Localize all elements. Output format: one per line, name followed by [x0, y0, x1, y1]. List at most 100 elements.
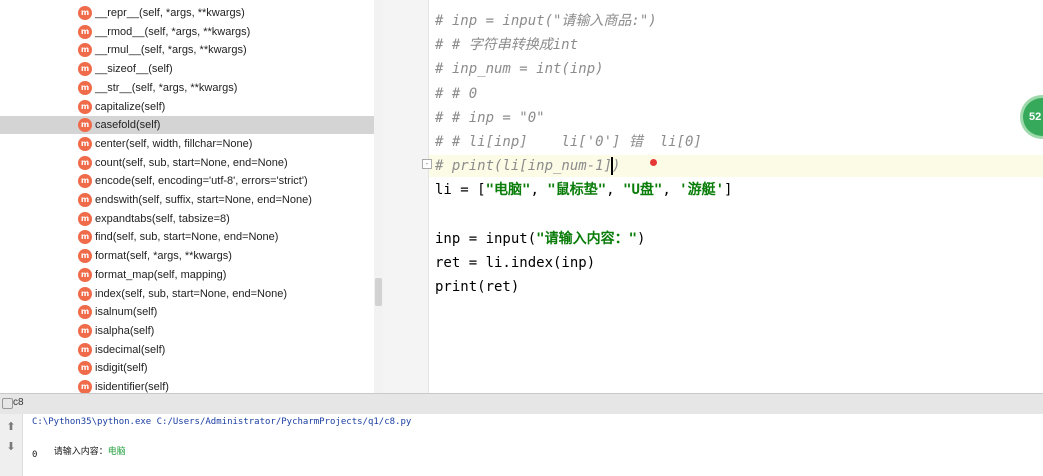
- run-toolbar: ⬆ ⬇: [0, 414, 23, 476]
- structure-item-label: isdigit(self): [95, 362, 148, 375]
- code-editor[interactable]: # inp = input("请输入商品:") # # 字符串转换成int # in…: [429, 0, 1043, 393]
- code-line: # inp_num = int(inp): [435, 61, 604, 78]
- string-literal: "请输入内容：": [536, 230, 638, 247]
- mouse-cursor-icon: [647, 157, 657, 171]
- structure-item-label: format_map(self, mapping): [95, 268, 227, 281]
- structure-item[interactable]: m casefold(self): [0, 116, 374, 135]
- structure-item-label: isdecimal(self): [95, 343, 166, 356]
- structure-item-label: isalpha(self): [95, 324, 155, 337]
- structure-item-label: __rmod__(self, *args, **kwargs): [95, 25, 251, 38]
- method-icon: m: [78, 342, 92, 357]
- code-line: print(ret): [435, 279, 520, 296]
- structure-item[interactable]: m __rmul__(self, *args, **kwargs): [0, 41, 374, 59]
- method-icon: m: [78, 230, 92, 245]
- console-prompt-line: 请输入内容：电脑: [32, 431, 126, 473]
- method-icon: m: [78, 6, 92, 20]
- string-literal: "电脑": [485, 182, 531, 199]
- method-icon: m: [78, 305, 92, 320]
- console-typed-value: 电脑: [107, 447, 126, 457]
- fold-icon[interactable]: -: [422, 159, 432, 169]
- code-line: ret = li.index(inp): [435, 255, 596, 271]
- run-tab-icon: [2, 398, 13, 409]
- console-output[interactable]: C:\Python35\python.exe C:/Users/Administ…: [23, 414, 1043, 476]
- method-icon: m: [78, 80, 92, 95]
- structure-item-label: casefold(self): [95, 119, 161, 132]
- method-icon: m: [78, 249, 92, 264]
- structure-item[interactable]: m __sizeof__(self): [0, 60, 374, 78]
- scrollbar-thumb[interactable]: [375, 278, 382, 306]
- scroll-up-icon[interactable]: ⬆: [4, 420, 18, 434]
- code-line: # # inp = "0": [435, 109, 545, 126]
- method-icon: m: [78, 286, 92, 301]
- structure-item[interactable]: m encode(self, encoding='utf-8', errors='…: [0, 172, 374, 190]
- structure-item[interactable]: m isdigit(self): [0, 359, 374, 377]
- structure-item[interactable]: m center(self, width, fillchar=None): [0, 135, 374, 153]
- structure-item-label: expandtabs(self, tabsize=8): [95, 212, 230, 225]
- structure-item-label: encode(self, encoding='utf-8', errors='s…: [95, 175, 308, 188]
- code-line: li = ["电脑", "鼠标垫", "U盘", '游艇']: [435, 182, 733, 199]
- structure-item-label: center(self, width, fillchar=None): [95, 137, 253, 150]
- code-line: inp = input("请输入内容："): [435, 230, 646, 247]
- method-icon: m: [78, 99, 92, 114]
- method-icon: m: [78, 323, 92, 338]
- structure-item-label: __rmul__(self, *args, **kwargs): [95, 44, 247, 57]
- structure-item-label: __repr__(self, *args, **kwargs): [95, 7, 245, 19]
- method-icon: m: [78, 118, 92, 133]
- structure-item[interactable]: m isalnum(self): [0, 303, 374, 321]
- structure-item[interactable]: m __repr__(self, *args, **kwargs): [0, 4, 374, 22]
- structure-item-label: __str__(self, *args, **kwargs): [95, 81, 238, 94]
- console-command-line: C:\Python35\python.exe C:/Users/Administ…: [32, 417, 412, 427]
- structure-item[interactable]: m expandtabs(self, tabsize=8): [0, 210, 374, 228]
- method-icon: m: [78, 267, 92, 282]
- code-line: # inp = input("请输入商品:"): [435, 13, 657, 29]
- text-caret: [611, 157, 613, 175]
- structure-item-label: capitalize(self): [95, 100, 166, 113]
- code-line: # # li[inp] li['0'] 错 li[0]: [435, 134, 702, 150]
- structure-item[interactable]: m endswith(self, suffix, start=None, end=…: [0, 191, 374, 209]
- structure-item-label: endswith(self, suffix, start=None, end=N…: [95, 194, 312, 206]
- structure-item[interactable]: m format(self, *args, **kwargs): [0, 247, 374, 265]
- method-icon: m: [78, 24, 92, 39]
- method-icon: m: [78, 62, 92, 77]
- cursor-dot: [650, 159, 657, 166]
- string-literal: '游艇': [679, 182, 725, 199]
- structure-item[interactable]: m isidentifier(self): [0, 378, 374, 393]
- structure-scrollbar[interactable]: [374, 0, 383, 393]
- structure-item[interactable]: m __str__(self, *args, **kwargs): [0, 79, 374, 97]
- structure-item-label: index(self, sub, start=None, end=None): [95, 287, 288, 300]
- method-icon: m: [78, 43, 92, 58]
- code-line: # # 0: [435, 85, 478, 102]
- structure-item[interactable]: m isdecimal(self): [0, 341, 374, 359]
- method-icon: m: [78, 155, 92, 170]
- method-icon: m: [78, 380, 92, 393]
- method-icon: m: [78, 361, 92, 376]
- structure-item-label: __sizeof__(self): [95, 63, 173, 76]
- string-literal: "U盘": [623, 182, 663, 199]
- run-panel-header: c8: [0, 393, 1043, 415]
- editor-gutter: [383, 0, 429, 393]
- structure-item[interactable]: m __rmod__(self, *args, **kwargs): [0, 23, 374, 41]
- structure-item-label: count(self, sub, start=None, end=None): [95, 156, 288, 169]
- code-line: # # 字符串转换成int: [435, 37, 579, 54]
- string-literal: "鼠标垫": [547, 182, 607, 199]
- structure-item-label: format(self, *args, **kwargs): [95, 250, 232, 263]
- structure-item-label: isalnum(self): [95, 306, 158, 319]
- method-icon: m: [78, 211, 92, 226]
- structure-item-label: find(self, sub, start=None, end=None): [95, 231, 279, 244]
- structure-item[interactable]: m capitalize(self): [0, 98, 374, 116]
- scroll-down-icon[interactable]: ⬇: [4, 440, 18, 454]
- structure-item[interactable]: m count(self, sub, start=None, end=None): [0, 154, 374, 172]
- structure-item[interactable]: m find(self, sub, start=None, end=None): [0, 228, 374, 246]
- code-line: # print(li[inp_num-1]): [435, 158, 621, 175]
- method-icon: m: [78, 174, 92, 189]
- structure-item[interactable]: m isalpha(self): [0, 322, 374, 340]
- structure-item[interactable]: m index(self, sub, start=None, end=None): [0, 285, 374, 303]
- structure-panel: m __repr__(self, *args, **kwargs) m __rmod_…: [0, 0, 383, 393]
- run-tab-label[interactable]: c8: [13, 397, 24, 408]
- structure-item-label: isidentifier(self): [95, 381, 169, 393]
- structure-item[interactable]: m format_map(self, mapping): [0, 266, 374, 284]
- console-result: 0: [32, 450, 38, 460]
- method-icon: m: [78, 136, 92, 151]
- method-icon: m: [78, 193, 92, 207]
- console-prompt: 请输入内容：: [53, 447, 108, 457]
